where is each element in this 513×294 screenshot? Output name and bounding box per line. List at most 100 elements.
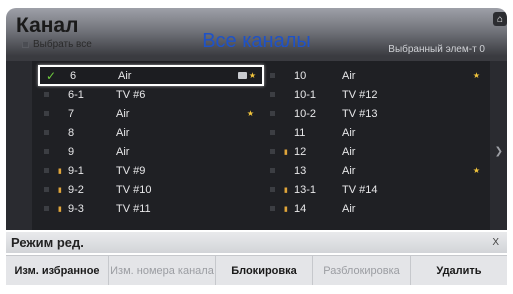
row-checkbox[interactable] (270, 149, 284, 154)
edit-mode-title: Режим ред. (11, 235, 84, 250)
channel-name: Air (342, 69, 356, 82)
channel-name: Air (118, 69, 132, 82)
row-checkbox[interactable] (270, 111, 284, 116)
edit-channel-number-button[interactable]: Изм. номера канала (109, 256, 216, 285)
channel-name: Air (342, 202, 356, 215)
row-checkbox[interactable] (44, 206, 58, 211)
channel-indicators: ★ (452, 71, 480, 80)
channel-row[interactable]: 10-2 TV #13 (264, 104, 490, 123)
lock-button[interactable]: Блокировка (216, 256, 313, 285)
channel-number: 10-1 (294, 88, 317, 101)
chevron-right-icon[interactable]: ❯ (495, 146, 503, 157)
row-checkbox[interactable] (270, 92, 284, 97)
channel-column-left: ✓ 6 Air ★ 6-1 TV #6 7 Air ★ 8 Air 9 Air ▮ 9-1 TV #9 ▮ 9-2… (38, 65, 264, 218)
checkbox-icon (270, 73, 275, 78)
row-checkbox[interactable] (44, 92, 58, 97)
channel-row[interactable]: ▮ 14 Air (264, 199, 490, 218)
lock-icon: ▮ (284, 148, 288, 156)
row-checkbox[interactable] (44, 168, 58, 173)
lock-icon: ▮ (58, 205, 62, 213)
checkbox-icon (270, 92, 275, 97)
channel-number: 9-3 (68, 202, 84, 215)
channel-indicators: ★ (228, 71, 256, 80)
channel-row[interactable]: 10-1 TV #12 (264, 85, 490, 104)
left-scroll-area (6, 61, 32, 230)
checkbox-icon (270, 168, 275, 173)
selected-count: Выбранный элем-т 0 (388, 44, 485, 55)
right-scroll-area[interactable]: ❯ (490, 61, 507, 230)
channel-name: TV #11 (116, 202, 151, 215)
channel-name: TV #13 (342, 107, 378, 120)
channel-name: Air (116, 145, 130, 158)
channel-row[interactable]: 7 Air ★ (38, 104, 264, 123)
checkbox-icon (270, 206, 275, 211)
lock-icon: ▮ (284, 205, 288, 213)
channel-name: TV #10 (116, 183, 152, 196)
checkbox-icon (270, 130, 275, 135)
channel-row[interactable]: ▮ 9-3 TV #11 (38, 199, 264, 218)
channel-panel: Канал Выбрать все Все каналы Выбранный э… (6, 8, 507, 230)
channel-row[interactable]: ✓ 6 Air ★ (38, 65, 264, 86)
row-checkbox[interactable] (270, 206, 284, 211)
channel-row[interactable]: 6-1 TV #6 (38, 85, 264, 104)
channel-indicators: ★ (226, 109, 254, 118)
channel-name: Air (342, 145, 356, 158)
channel-name: Air (342, 126, 356, 139)
channel-name: Air (342, 164, 356, 177)
delete-button[interactable]: Удалить (411, 256, 507, 285)
row-checkbox[interactable] (44, 149, 58, 154)
channel-row[interactable]: ▮ 9-1 TV #9 (38, 161, 264, 180)
channel-row[interactable]: 10 Air ★ (264, 66, 490, 85)
row-checkbox[interactable] (44, 111, 58, 116)
checkbox-icon (44, 111, 49, 116)
row-checkbox[interactable] (270, 73, 284, 78)
channel-indicators: ★ (452, 166, 480, 175)
close-button[interactable]: X (492, 237, 499, 248)
channel-number: 6-1 (68, 88, 84, 101)
channel-number: 9 (68, 145, 75, 158)
checkmark-icon[interactable]: ✓ (46, 69, 60, 83)
channel-name: TV #14 (342, 183, 378, 196)
channel-row[interactable]: 8 Air (38, 123, 264, 142)
tag-icon (237, 72, 247, 80)
channel-row[interactable]: 11 Air (264, 123, 490, 142)
lock-icon: ▮ (58, 167, 62, 175)
channel-row[interactable]: 9 Air (38, 142, 264, 161)
channel-number: 11 (294, 126, 306, 139)
lock-icon: ▮ (284, 186, 288, 194)
checkbox-icon (44, 168, 49, 173)
row-checkbox[interactable] (270, 168, 284, 173)
channel-name: TV #6 (116, 88, 146, 101)
checkbox-icon (270, 187, 275, 192)
row-checkbox[interactable] (44, 187, 58, 192)
edit-favorites-button[interactable]: Изм. избранное (6, 256, 109, 285)
edit-mode-bar: Режим ред. X (6, 232, 507, 253)
star-icon: ★ (472, 166, 480, 175)
channel-number: 10 (294, 69, 307, 82)
channel-row[interactable]: ▮ 9-2 TV #10 (38, 180, 264, 199)
lock-icon: ▮ (58, 186, 62, 194)
channel-name: TV #12 (342, 88, 378, 101)
checkbox-icon (270, 149, 275, 154)
star-icon: ★ (472, 71, 480, 80)
channel-number: 9-2 (68, 183, 84, 196)
channel-number: 10-2 (294, 107, 317, 120)
channel-name: Air (116, 126, 130, 139)
home-icon[interactable]: ⌂ (493, 12, 507, 26)
unlock-button[interactable]: Разблокировка (313, 256, 411, 285)
channel-row[interactable]: ▮ 12 Air (264, 142, 490, 161)
checkbox-icon (44, 206, 49, 211)
row-checkbox[interactable] (270, 187, 284, 192)
channel-row[interactable]: ▮ 13-1 TV #14 (264, 180, 490, 199)
checkbox-icon (44, 149, 49, 154)
action-bar: Изм. избранное Изм. номера канала Блокир… (6, 255, 507, 285)
row-checkbox[interactable] (270, 130, 284, 135)
row-checkbox[interactable] (44, 130, 58, 135)
checkbox-icon (44, 92, 49, 97)
screen: Канал Выбрать все Все каналы Выбранный э… (0, 0, 513, 294)
checkbox-icon (44, 130, 49, 135)
channel-row[interactable]: 13 Air ★ (264, 161, 490, 180)
channel-number: 7 (68, 107, 75, 120)
channel-number: 9-1 (68, 164, 84, 177)
channel-column-right: 10 Air ★ 10-1 TV #12 10-2 TV #13 11 Air ▮ 12 Air 13 A… (264, 66, 490, 218)
